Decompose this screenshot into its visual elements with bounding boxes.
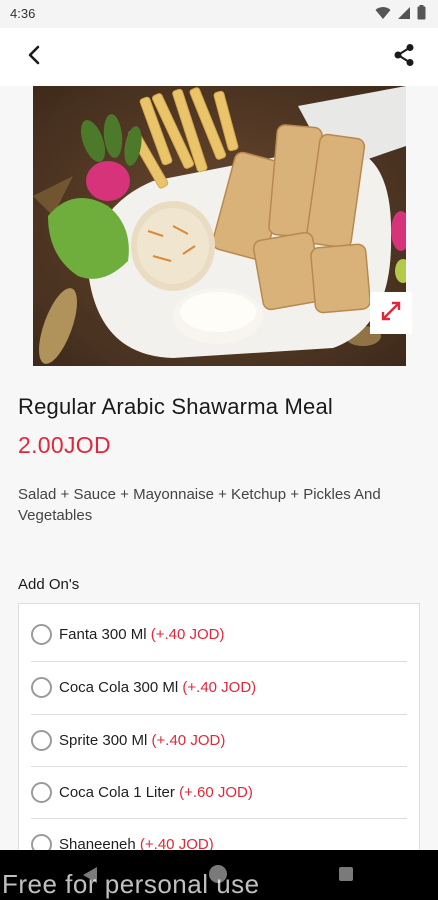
addon-option-coca-cola-1-liter[interactable]: Coca Cola 1 Liter (+.60 JOD) — [19, 766, 419, 818]
addon-label: Shaneeneh (+.40 JOD) — [59, 836, 214, 851]
addon-price: (+.40 JOD) — [139, 835, 214, 851]
shawarma-meal-photo — [33, 86, 406, 366]
battery-icon — [417, 5, 426, 25]
addon-label: Coca Cola 300 Ml (+.40 JOD) — [59, 678, 257, 696]
radio-button[interactable] — [31, 623, 52, 645]
status-time: 4:36 — [10, 6, 36, 21]
back-arrow-icon — [27, 45, 41, 70]
product-title: Regular Arabic Shawarma Meal — [18, 394, 333, 419]
wifi-icon — [375, 6, 391, 25]
expand-icon — [381, 301, 401, 326]
radio-button[interactable] — [31, 729, 52, 751]
nav-recents-icon[interactable] — [339, 867, 353, 881]
share-icon — [393, 43, 415, 72]
product-detail-content: Regular Arabic Shawarma Meal 2.00JOD Sal… — [0, 86, 438, 850]
addon-price: (+.40 JOD) — [182, 678, 257, 696]
addon-price: (+.60 JOD) — [179, 783, 253, 801]
addon-price: (+.40 JOD) — [150, 625, 225, 643]
addon-label: Coca Cola 1 Liter (+.60 JOD) — [59, 783, 253, 801]
product-image — [33, 86, 406, 366]
radio-button[interactable] — [31, 833, 52, 850]
addon-option-shaneeneh[interactable]: Shaneeneh (+.40 JOD) — [19, 818, 419, 850]
radio-button[interactable] — [31, 781, 52, 803]
addon-label: Sprite 300 Ml (+.40 JOD) — [59, 731, 226, 749]
share-button[interactable] — [388, 42, 420, 72]
addon-option-coca-cola-300ml[interactable]: Coca Cola 300 Ml (+.40 JOD) — [19, 661, 419, 713]
radio-button[interactable] — [31, 676, 52, 698]
back-button[interactable] — [18, 43, 50, 71]
addon-option-sprite-300ml[interactable]: Sprite 300 Ml (+.40 JOD) — [19, 714, 419, 766]
addons-heading: Add On's — [18, 576, 80, 593]
signal-icon — [397, 6, 411, 25]
watermark-text: Free for personal use — [2, 869, 260, 899]
product-description: Salad + Sauce + Mayonnaise + Ketchup + P… — [18, 486, 381, 524]
addon-label: Fanta 300 Ml (+.40 JOD) — [59, 625, 225, 643]
status-bar: 4:36 — [0, 0, 438, 28]
app-bar — [0, 28, 438, 86]
product-price: 2.00JOD — [18, 432, 111, 458]
addons-list: Fanta 300 Ml (+.40 JOD) Coca Cola 300 Ml… — [18, 603, 420, 850]
addon-price: (+.40 JOD) — [151, 731, 226, 749]
addon-option-fanta-300ml[interactable]: Fanta 300 Ml (+.40 JOD) — [19, 608, 419, 660]
status-icons — [375, 5, 426, 25]
expand-image-button[interactable] — [370, 292, 412, 334]
